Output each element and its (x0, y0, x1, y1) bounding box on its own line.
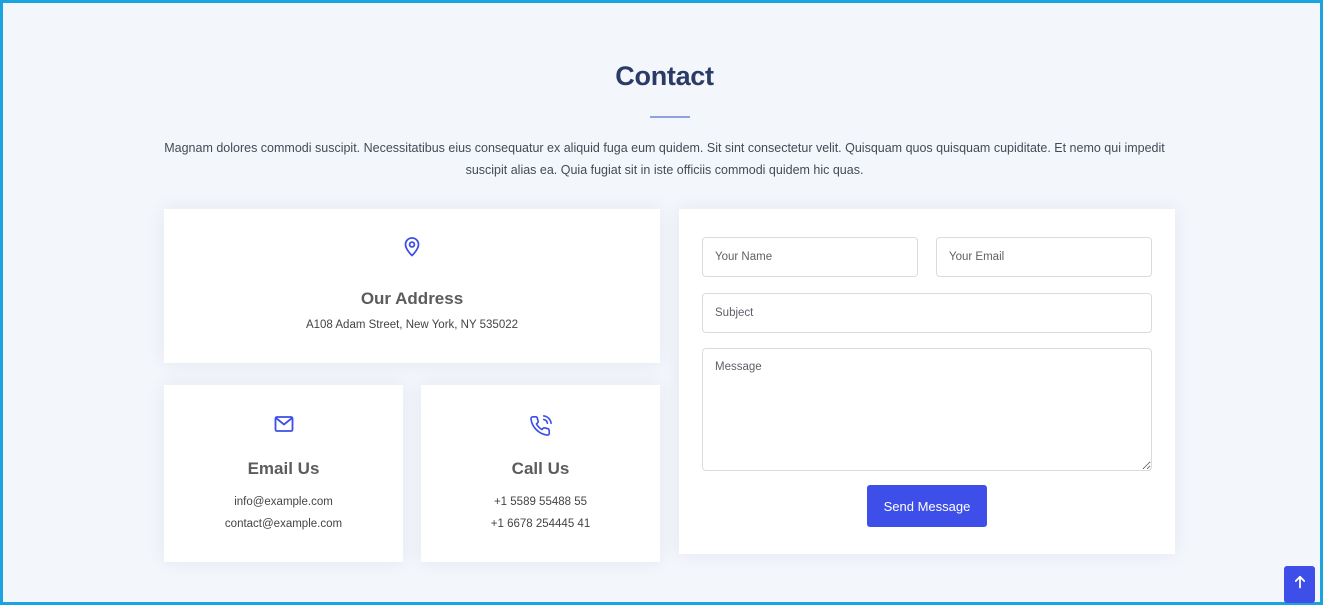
name-input[interactable] (702, 237, 918, 277)
email-line: contact@example.com (224, 518, 343, 530)
email-card: Email Us info@example.com contact@exampl… (164, 385, 403, 562)
address-card: Our Address A108 Adam Street, New York, … (164, 209, 660, 363)
phone-call-icon (421, 415, 660, 437)
email-heading: Email Us (247, 459, 320, 478)
contact-form: Send Message (679, 209, 1175, 554)
message-textarea[interactable] (702, 348, 1152, 471)
section-title: Contact (615, 61, 714, 91)
send-message-button[interactable]: Send Message (867, 485, 987, 527)
contact-section: Contact Magnam dolores commodi suscipit.… (0, 0, 1323, 605)
email-line: info@example.com (234, 496, 333, 508)
section-description: Magnam dolores commodi suscipit. Necessi… (164, 141, 1165, 177)
address-text: A108 Adam Street, New York, NY 535022 (305, 319, 519, 331)
phone-line: +1 6678 254445 41 (490, 518, 591, 530)
call-card: Call Us +1 5589 55488 55 +1 6678 254445 … (421, 385, 660, 562)
subject-input[interactable] (702, 293, 1152, 333)
call-heading: Call Us (511, 459, 570, 478)
title-underline (650, 116, 690, 118)
address-heading: Our Address (360, 289, 464, 308)
envelope-icon (164, 415, 403, 433)
phone-line: +1 5589 55488 55 (493, 496, 588, 508)
email-lines: info@example.com contact@example.com (164, 491, 403, 535)
phone-lines: +1 5589 55488 55 +1 6678 254445 41 (421, 491, 660, 535)
back-to-top-button[interactable] (1284, 566, 1315, 603)
email-input[interactable] (936, 237, 1152, 277)
map-pin-icon (164, 235, 660, 257)
arrow-up-icon (1294, 575, 1306, 594)
